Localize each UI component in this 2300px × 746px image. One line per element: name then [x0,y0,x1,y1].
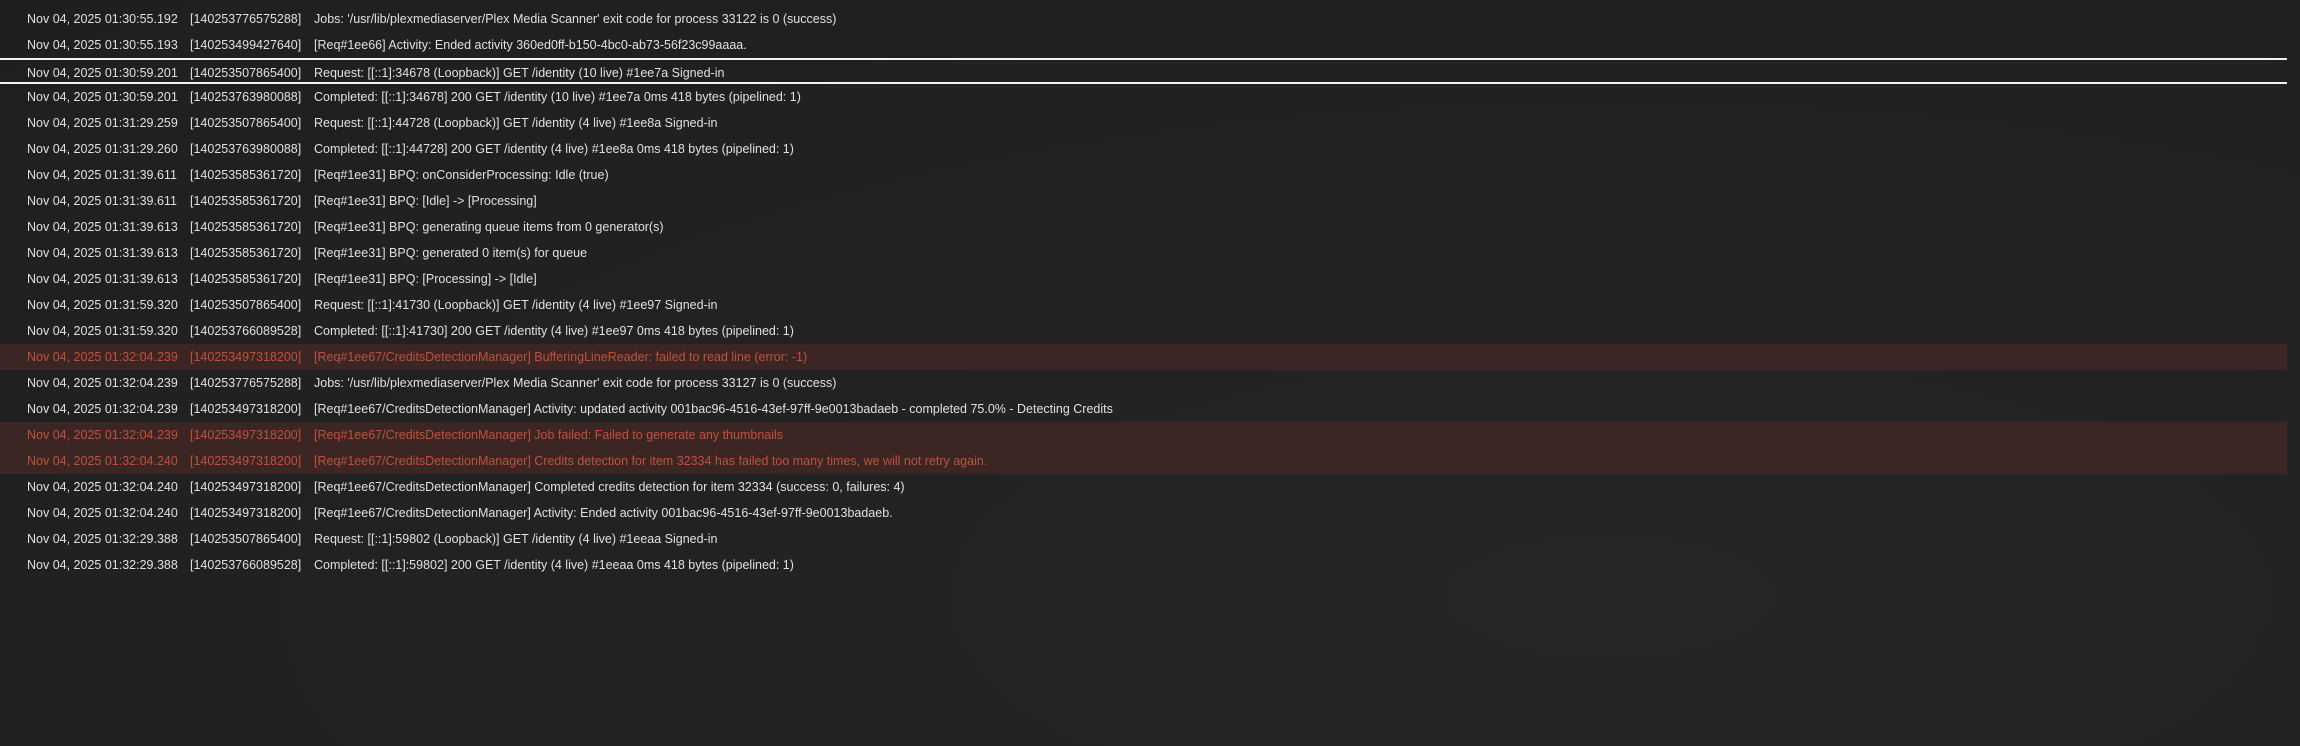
log-thread-id: [140253497318200] [190,428,302,442]
log-timestamp: Nov 04, 2025 01:31:29.260 [27,142,178,156]
log-row[interactable]: Nov 04, 2025 01:31:29.259 [14025350786540… [0,110,2287,136]
log-row[interactable]: Nov 04, 2025 01:32:29.388 [14025350786540… [0,526,2287,552]
log-message: [Req#1ee31] BPQ: [Processing] -> [Idle] [314,272,537,286]
log-row-error[interactable]: Nov 04, 2025 01:32:04.239 [14025349731820… [0,344,2287,370]
log-thread-id: [140253585361720] [190,246,302,260]
log-thread-id: [140253497318200] [190,402,302,416]
log-timestamp: Nov 04, 2025 01:32:04.239 [27,428,178,442]
log-row[interactable]: Nov 04, 2025 01:30:59.201 [14025350786540… [0,58,2287,84]
log-row-error[interactable]: Nov 04, 2025 01:32:04.240 [14025349731820… [0,448,2287,474]
log-timestamp: Nov 04, 2025 01:31:39.613 [27,272,178,286]
log-message: Request: [[::1]:44728 (Loopback)] GET /i… [314,116,718,130]
log-message: [Req#1ee66] Activity: Ended activity 360… [314,38,747,52]
log-message: Request: [[::1]:41730 (Loopback)] GET /i… [314,298,718,312]
log-row[interactable]: Nov 04, 2025 01:32:29.388 [14025376608952… [0,552,2287,578]
log-row[interactable]: Nov 04, 2025 01:31:29.260 [14025376398008… [0,136,2287,162]
log-message: Jobs: '/usr/lib/plexmediaserver/Plex Med… [314,12,837,26]
log-thread-id: [140253766089528] [190,324,302,338]
log-row[interactable]: Nov 04, 2025 01:30:55.192 [14025377657528… [0,6,2287,32]
log-message: [Req#1ee31] BPQ: generating queue items … [314,220,664,234]
log-timestamp: Nov 04, 2025 01:32:29.388 [27,532,178,546]
log-thread-id: [140253776575288] [190,376,302,390]
log-thread-id: [140253585361720] [190,194,302,208]
log-list: Nov 04, 2025 01:30:55.192 [14025377657528… [0,6,2287,578]
log-message: [Req#1ee67/CreditsDetectionManager] Acti… [314,506,893,520]
log-thread-id: [140253499427640] [190,38,302,52]
log-row[interactable]: Nov 04, 2025 01:31:39.613 [14025358536172… [0,214,2287,240]
log-timestamp: Nov 04, 2025 01:31:39.613 [27,220,178,234]
log-timestamp: Nov 04, 2025 01:30:55.192 [27,12,178,26]
log-timestamp: Nov 04, 2025 01:32:04.240 [27,480,178,494]
log-row[interactable]: Nov 04, 2025 01:32:04.240 [14025349731820… [0,474,2287,500]
log-timestamp: Nov 04, 2025 01:32:04.239 [27,402,178,416]
log-message: [Req#1ee67/CreditsDetectionManager] Cred… [314,454,988,468]
log-message: Completed: [[::1]:44728] 200 GET /identi… [314,142,794,156]
log-thread-id: [140253497318200] [190,350,302,364]
log-timestamp: Nov 04, 2025 01:32:29.388 [27,558,178,572]
log-row[interactable]: Nov 04, 2025 01:31:39.613 [14025358536172… [0,266,2287,292]
log-timestamp: Nov 04, 2025 01:32:04.239 [27,350,178,364]
log-timestamp: Nov 04, 2025 01:31:39.613 [27,246,178,260]
log-row[interactable]: Nov 04, 2025 01:31:39.613 [14025358536172… [0,240,2287,266]
log-row[interactable]: Nov 04, 2025 01:30:59.201 [14025376398008… [0,84,2287,110]
log-timestamp: Nov 04, 2025 01:31:39.611 [27,194,177,208]
log-row[interactable]: Nov 04, 2025 01:30:55.193 [14025349942764… [0,32,2287,58]
log-timestamp: Nov 04, 2025 01:32:04.239 [27,376,178,390]
log-thread-id: [140253497318200] [190,480,302,494]
log-timestamp: Nov 04, 2025 01:31:59.320 [27,298,178,312]
log-message: [Req#1ee31] BPQ: [Idle] -> [Processing] [314,194,537,208]
log-message: [Req#1ee31] BPQ: generated 0 item(s) for… [314,246,588,260]
log-thread-id: [140253585361720] [190,168,302,182]
log-timestamp: Nov 04, 2025 01:30:55.193 [27,38,178,52]
log-row[interactable]: Nov 04, 2025 01:32:04.240 [14025349731820… [0,500,2287,526]
log-thread-id: [140253507865400] [190,532,302,546]
log-message: [Req#1ee67/CreditsDetectionManager] Acti… [314,402,1113,416]
log-row[interactable]: Nov 04, 2025 01:31:59.320 [14025350786540… [0,292,2287,318]
log-thread-id: [140253776575288] [190,12,302,26]
log-row[interactable]: Nov 04, 2025 01:31:39.611 [14025358536172… [0,162,2287,188]
log-message: [Req#1ee67/CreditsDetectionManager] Job … [314,428,784,442]
log-timestamp: Nov 04, 2025 01:31:39.611 [27,168,177,182]
log-row[interactable]: Nov 04, 2025 01:31:39.611 [14025358536172… [0,188,2287,214]
log-thread-id: [140253507865400] [190,66,302,80]
log-thread-id: [140253507865400] [190,116,302,130]
log-thread-id: [140253507865400] [190,298,302,312]
log-message: Jobs: '/usr/lib/plexmediaserver/Plex Med… [314,376,837,390]
log-message: [Req#1ee67/CreditsDetectionManager] Comp… [314,480,905,494]
log-thread-id: [140253766089528] [190,558,302,572]
log-timestamp: Nov 04, 2025 01:30:59.201 [27,90,178,104]
log-message: Request: [[::1]:34678 (Loopback)] GET /i… [314,66,725,80]
log-message: [Req#1ee31] BPQ: onConsiderProcessing: I… [314,168,609,182]
log-row[interactable]: Nov 04, 2025 01:32:04.239 [14025349731820… [0,396,2287,422]
log-row[interactable]: Nov 04, 2025 01:32:04.239 [14025377657528… [0,370,2287,396]
log-row-error[interactable]: Nov 04, 2025 01:32:04.239 [14025349731820… [0,422,2287,448]
log-row[interactable]: Nov 04, 2025 01:31:59.320 [14025376608952… [0,318,2287,344]
log-timestamp: Nov 04, 2025 01:31:59.320 [27,324,178,338]
log-thread-id: [140253497318200] [190,506,302,520]
log-thread-id: [140253497318200] [190,454,302,468]
log-message: Completed: [[::1]:59802] 200 GET /identi… [314,558,794,572]
log-timestamp: Nov 04, 2025 01:32:04.240 [27,454,178,468]
log-message: Request: [[::1]:59802 (Loopback)] GET /i… [314,532,718,546]
log-message: [Req#1ee67/CreditsDetectionManager] Buff… [314,350,808,364]
log-timestamp: Nov 04, 2025 01:30:59.201 [27,66,178,80]
log-thread-id: [140253585361720] [190,272,302,286]
log-thread-id: [140253763980088] [190,142,302,156]
log-timestamp: Nov 04, 2025 01:31:29.259 [27,116,178,130]
log-timestamp: Nov 04, 2025 01:32:04.240 [27,506,178,520]
log-message: Completed: [[::1]:34678] 200 GET /identi… [314,90,801,104]
log-thread-id: [140253763980088] [190,90,302,104]
log-message: Completed: [[::1]:41730] 200 GET /identi… [314,324,794,338]
log-thread-id: [140253585361720] [190,220,302,234]
